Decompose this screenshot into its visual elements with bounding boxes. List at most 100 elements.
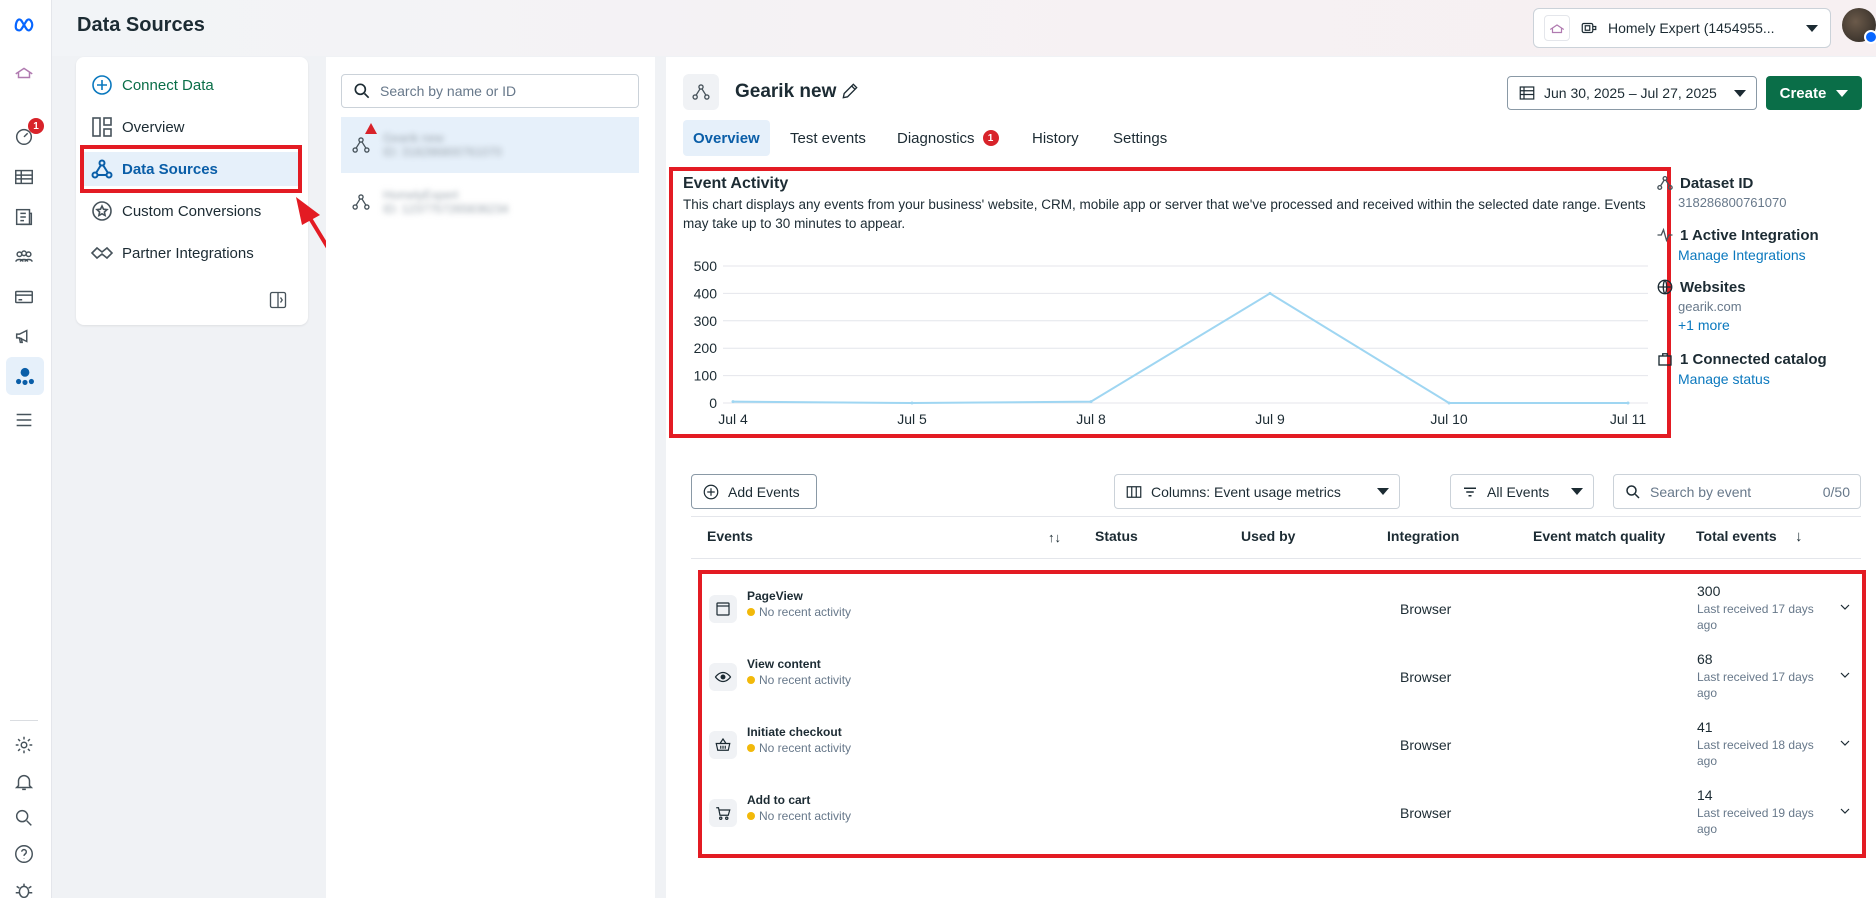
y-tick-label: 100 [694,368,718,384]
avatar[interactable] [1842,8,1876,44]
collapse-panel-icon[interactable] [268,290,288,310]
column-header-used-by[interactable]: Used by [1241,528,1295,544]
dataset-id-value: 318286800761070 [1678,195,1787,210]
table-row[interactable]: PageView No recent activity Browser 300 … [705,577,1855,645]
event-integration: Browser [1400,669,1452,685]
filter-label: All Events [1487,483,1550,500]
tab-diagnostics[interactable]: Diagnostics 1 [887,120,1009,156]
manage-integrations-link[interactable]: Manage Integrations [1678,247,1819,263]
date-range-picker[interactable]: Jun 30, 2025 – Jul 27, 2025 [1507,76,1757,110]
layout-icon [92,117,112,137]
column-header-match-quality[interactable]: Event match quality [1533,528,1665,544]
table-row[interactable]: View content No recent activity Browser … [705,645,1855,713]
columns-dropdown[interactable]: Columns: Event usage metrics [1114,474,1400,509]
rail-divider [10,720,38,721]
data-source-search[interactable]: Search by name or ID [341,74,639,108]
plus-circle-icon [92,75,112,95]
search-icon [354,83,370,99]
data-source-item[interactable]: HomelyExpert ID: 1237757265836234 [341,174,639,230]
data-point[interactable] [1447,401,1451,405]
create-label: Create [1779,84,1827,102]
data-point[interactable] [1626,401,1630,405]
nav-connect-data[interactable]: Connect Data [90,68,214,102]
events-manager-icon[interactable] [6,357,44,395]
data-source-item[interactable]: Gearik new ID: 318286800761070 [341,117,639,173]
chevron-down-icon[interactable] [1837,599,1853,615]
edit-pencil-icon[interactable] [840,81,860,101]
table-row[interactable]: Initiate checkout No recent activity Bro… [705,713,1855,781]
nav-overview[interactable]: Overview [90,110,185,144]
notification-badge: 1 [28,118,44,134]
account-selector[interactable]: Homely Expert (1454955... [1533,8,1831,48]
search-icon [1626,484,1640,499]
tab-settings[interactable]: Settings [1103,120,1177,156]
search-icon[interactable] [10,804,38,832]
audiences-icon[interactable] [10,243,38,271]
table-icon[interactable] [10,163,38,191]
data-source-name: Gearik new [383,131,444,145]
business-portfolio-icon [1578,17,1600,39]
table-row[interactable]: Add to cart No recent activity Browser 1… [705,781,1855,849]
event-activity-chart: 500 400 300 200 100 0Jul 4 Jul 5 Jul 8 Jul 9 Jul … [694,258,1648,427]
column-header-status[interactable]: Status [1095,528,1138,544]
event-name: Add to cart [747,793,811,807]
catalog-stat: 1 Connected catalog Manage status [1658,350,1827,387]
sort-down-icon[interactable]: ↓ [1795,528,1803,545]
chevron-down-icon[interactable] [1837,667,1853,683]
columns-icon [1126,485,1142,498]
dataset-icon [352,194,370,210]
nav-custom-conversions[interactable]: Custom Conversions [90,194,261,228]
tab-test-events[interactable]: Test events [780,120,876,156]
event-filter-dropdown[interactable]: All Events [1450,474,1594,509]
status-dot [747,676,755,684]
search-count: 0/50 [1822,483,1850,500]
tab-overview[interactable]: Overview [683,120,770,156]
table-divider [691,558,1861,559]
chevron-down-icon[interactable] [1837,735,1853,751]
bell-icon[interactable] [10,768,38,796]
event-name: Initiate checkout [747,725,842,739]
more-websites-link[interactable]: +1 more [1678,317,1746,333]
star-badge-icon [92,201,112,221]
event-search-input[interactable]: Search by event 0/50 [1613,474,1861,509]
tab-label: Diagnostics [897,129,975,147]
date-range-label: Jun 30, 2025 – Jul 27, 2025 [1544,85,1717,101]
event-total: 300 [1697,583,1721,599]
chevron-down-icon[interactable] [1837,803,1853,819]
sort-arrows-icon[interactable]: ↑↓ [1048,530,1061,545]
diagnostics-badge: 1 [982,130,999,146]
help-icon[interactable] [10,840,38,868]
nav-partner-integrations[interactable]: Partner Integrations [90,236,254,270]
event-status: No recent activity [747,809,851,823]
chevron-down-icon [1571,488,1583,495]
x-tick-label: Jul 11 [1610,411,1647,427]
column-header-integration[interactable]: Integration [1387,528,1459,544]
event-integration: Browser [1400,805,1452,821]
manage-status-link[interactable]: Manage status [1678,371,1827,387]
billing-icon[interactable] [10,283,38,311]
business-logo-icon[interactable] [10,58,38,86]
add-events-button[interactable]: Add Events [691,474,817,509]
create-button[interactable]: Create [1766,76,1862,110]
tab-history[interactable]: History [1022,120,1089,156]
stat-label: 1 Active Integration [1680,226,1819,244]
column-header-total-events[interactable]: Total events [1696,528,1777,544]
settings-icon[interactable] [10,731,38,759]
meta-logo-icon[interactable] [10,10,38,38]
megaphone-icon[interactable] [10,322,38,350]
data-point[interactable] [1089,400,1093,404]
catalog-icon[interactable] [10,203,38,231]
column-header-events[interactable]: Events [707,528,753,544]
calendar-icon [1519,86,1535,100]
chevron-down-icon [1806,24,1818,32]
columns-label: Columns: Event usage metrics [1151,483,1341,500]
dashboard-icon[interactable]: 1 [10,118,44,150]
menu-icon[interactable] [10,406,38,434]
search-placeholder: Search by name or ID [380,83,517,99]
data-source-name: HomelyExpert [383,188,459,202]
bug-icon[interactable] [10,876,38,898]
x-tick-label: Jul 10 [1430,411,1468,427]
data-point[interactable] [910,401,914,405]
data-point[interactable] [1268,291,1272,295]
data-point[interactable] [731,400,735,404]
